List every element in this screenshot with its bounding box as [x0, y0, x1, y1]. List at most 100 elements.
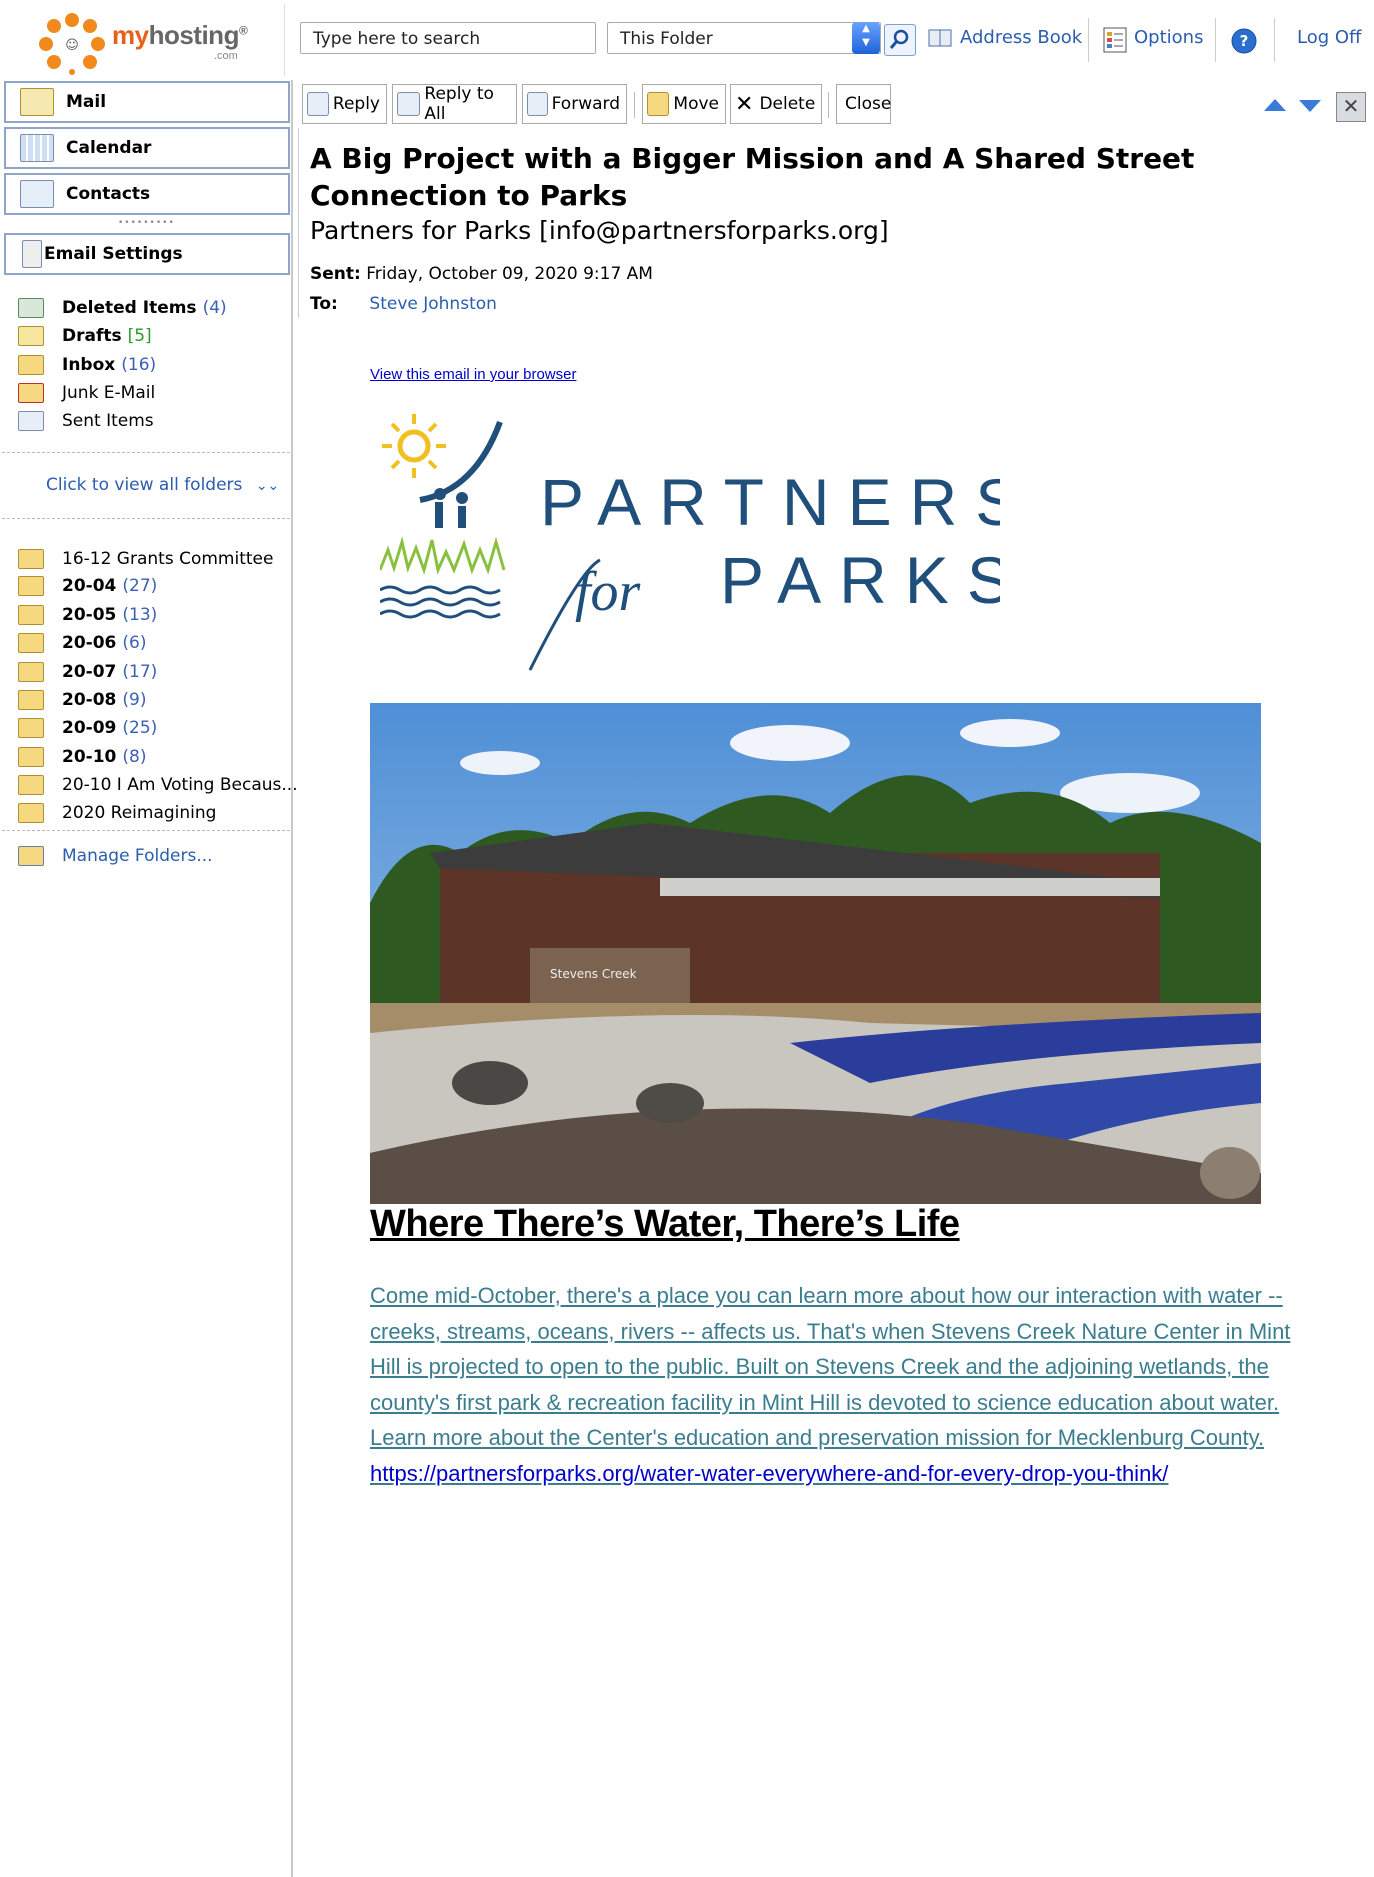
logo-partners-text: PARTNERS — [540, 465, 1000, 539]
folder-item[interactable]: 2020 Reimagining — [18, 800, 216, 826]
divider — [828, 92, 829, 118]
manage-folders-icon — [18, 846, 44, 866]
options-link[interactable]: Options — [1134, 27, 1203, 48]
nav-mail[interactable]: Mail — [4, 81, 290, 123]
sent-label: Sent: — [310, 264, 361, 284]
folder-item[interactable]: 20-04 (27) — [18, 573, 157, 599]
sent-value: Friday, October 09, 2020 9:17 AM — [366, 264, 653, 284]
folder-name: 20-09 — [62, 718, 117, 738]
sun-icon — [382, 414, 446, 478]
svg-text:☺: ☺ — [65, 38, 79, 53]
forward-button[interactable]: Forward — [522, 84, 627, 124]
folder-item[interactable]: 20-05 (13) — [18, 602, 157, 628]
folder-name: 20-10 I Am Voting Becaus... — [62, 775, 298, 795]
svg-text:?: ? — [1240, 32, 1249, 50]
nav-email-settings-label: Email Settings — [44, 244, 183, 264]
view-in-browser-link[interactable]: View this email in your browser — [370, 366, 576, 383]
contacts-icon — [20, 180, 54, 208]
junk-icon — [18, 383, 44, 403]
help-icon[interactable]: ? — [1231, 28, 1257, 54]
header-border — [298, 128, 299, 318]
folder-count: (8) — [122, 747, 147, 767]
nav-calendar[interactable]: Calendar — [4, 127, 290, 169]
nav-pane-border — [291, 80, 293, 1877]
folder-item[interactable]: 20-10 (8) — [18, 744, 146, 770]
select-arrows-icon[interactable]: ▲ ▼ — [852, 22, 880, 54]
folder-icon — [18, 718, 44, 738]
to-row: To: Steve Johnston — [310, 294, 497, 314]
manage-folders-link[interactable]: Manage Folders... — [18, 843, 213, 869]
close-reading-pane-icon[interactable]: ✕ — [1336, 92, 1366, 122]
search-scope-select[interactable]: This Folder — [607, 22, 881, 54]
nav-email-settings[interactable]: Email Settings — [4, 233, 290, 275]
article-paragraph[interactable]: Come mid-October, there's a place you ca… — [370, 1278, 1320, 1491]
message-sender: Partners for Parks [info@partnersforpark… — [310, 216, 889, 245]
sent-row: Sent: Friday, October 09, 2020 9:17 AM — [310, 264, 653, 284]
children-figures-icon — [434, 488, 468, 528]
move-icon — [647, 92, 670, 116]
delete-button[interactable]: ✕ Delete — [730, 84, 822, 124]
address-book-link[interactable]: Address Book — [960, 27, 1082, 48]
folder-icon — [18, 803, 44, 823]
folder-item[interactable]: 20-09 (25) — [18, 715, 157, 741]
brand-tld: .com — [214, 50, 238, 62]
folder-item[interactable]: 20-10 I Am Voting Becaus... — [18, 772, 298, 798]
folder-sent[interactable]: Sent Items — [18, 408, 154, 434]
folder-name: 20-07 — [62, 662, 117, 682]
folder-item[interactable]: 20-07 (17) — [18, 659, 157, 685]
folder-deleted-items[interactable]: Deleted Items (4) — [18, 295, 227, 321]
folder-count: (6) — [122, 633, 147, 653]
partners-for-parks-logo: PARTNERS for PARKS — [380, 414, 1000, 671]
divider — [1088, 18, 1089, 62]
reply-all-icon — [397, 92, 421, 116]
folder-count: (17) — [122, 662, 158, 682]
next-message-icon[interactable] — [1297, 96, 1323, 116]
grass-icon — [380, 536, 506, 575]
nav-contacts[interactable]: Contacts — [4, 173, 290, 215]
recipient-link[interactable]: Steve Johnston — [369, 294, 497, 314]
divider — [1215, 18, 1216, 62]
forward-icon — [527, 92, 548, 116]
logo-parks-text: PARKS — [720, 543, 1000, 617]
to-label: To: — [310, 294, 338, 314]
message-subject: A Big Project with a Bigger Mission and … — [310, 142, 1195, 212]
folder-item[interactable]: 16-12 Grants Committee — [18, 546, 273, 572]
resize-grip[interactable]: ••••••••• — [118, 218, 175, 228]
folder-item[interactable]: 20-06 (6) — [18, 630, 146, 656]
folder-item[interactable]: 20-08 (9) — [18, 687, 146, 713]
folder-icon — [18, 576, 44, 596]
folder-name: 20-06 — [62, 633, 117, 653]
mail-icon — [20, 88, 54, 116]
nav-contacts-label: Contacts — [66, 184, 151, 204]
folder-icon — [18, 690, 44, 710]
folder-drafts[interactable]: Drafts [5] — [18, 323, 152, 349]
view-all-folders-link[interactable]: Click to view all folders ⌄⌄ — [46, 475, 279, 495]
search-input[interactable]: Type here to search — [300, 22, 596, 54]
folder-icon — [18, 549, 44, 569]
previous-message-icon[interactable] — [1262, 96, 1288, 116]
reply-button[interactable]: Reply — [302, 84, 387, 124]
folder-count: (9) — [122, 690, 147, 710]
folder-icon — [18, 775, 44, 795]
close-button[interactable]: Close — [836, 84, 891, 124]
nav-calendar-label: Calendar — [66, 138, 152, 158]
swoosh-icon — [419, 420, 503, 503]
address-book-icon — [928, 28, 952, 48]
folder-icon — [18, 662, 44, 682]
recycle-bin-icon — [18, 298, 44, 318]
double-chevron-down-icon: ⌄⌄ — [255, 478, 280, 494]
folder-count: (25) — [122, 718, 158, 738]
logo-for-text: for — [575, 561, 641, 623]
folder-name: 20-08 — [62, 690, 117, 710]
search-button[interactable] — [884, 24, 916, 56]
reply-all-button[interactable]: Reply to All — [392, 84, 517, 124]
folder-name: 20-05 — [62, 605, 117, 625]
move-button[interactable]: Move — [642, 84, 726, 124]
delete-x-icon: ✕ — [735, 91, 754, 117]
folder-name: 16-12 Grants Committee — [62, 549, 274, 569]
logoff-link[interactable]: Log Off — [1297, 27, 1361, 48]
folder-junk[interactable]: Junk E-Mail — [18, 380, 155, 406]
article-headline[interactable]: Where There’s Water, There’s Life — [370, 1203, 960, 1246]
folder-inbox[interactable]: Inbox (16) — [18, 352, 156, 378]
article-link[interactable]: https://partnersforparks.org/water-water… — [370, 1461, 1168, 1486]
